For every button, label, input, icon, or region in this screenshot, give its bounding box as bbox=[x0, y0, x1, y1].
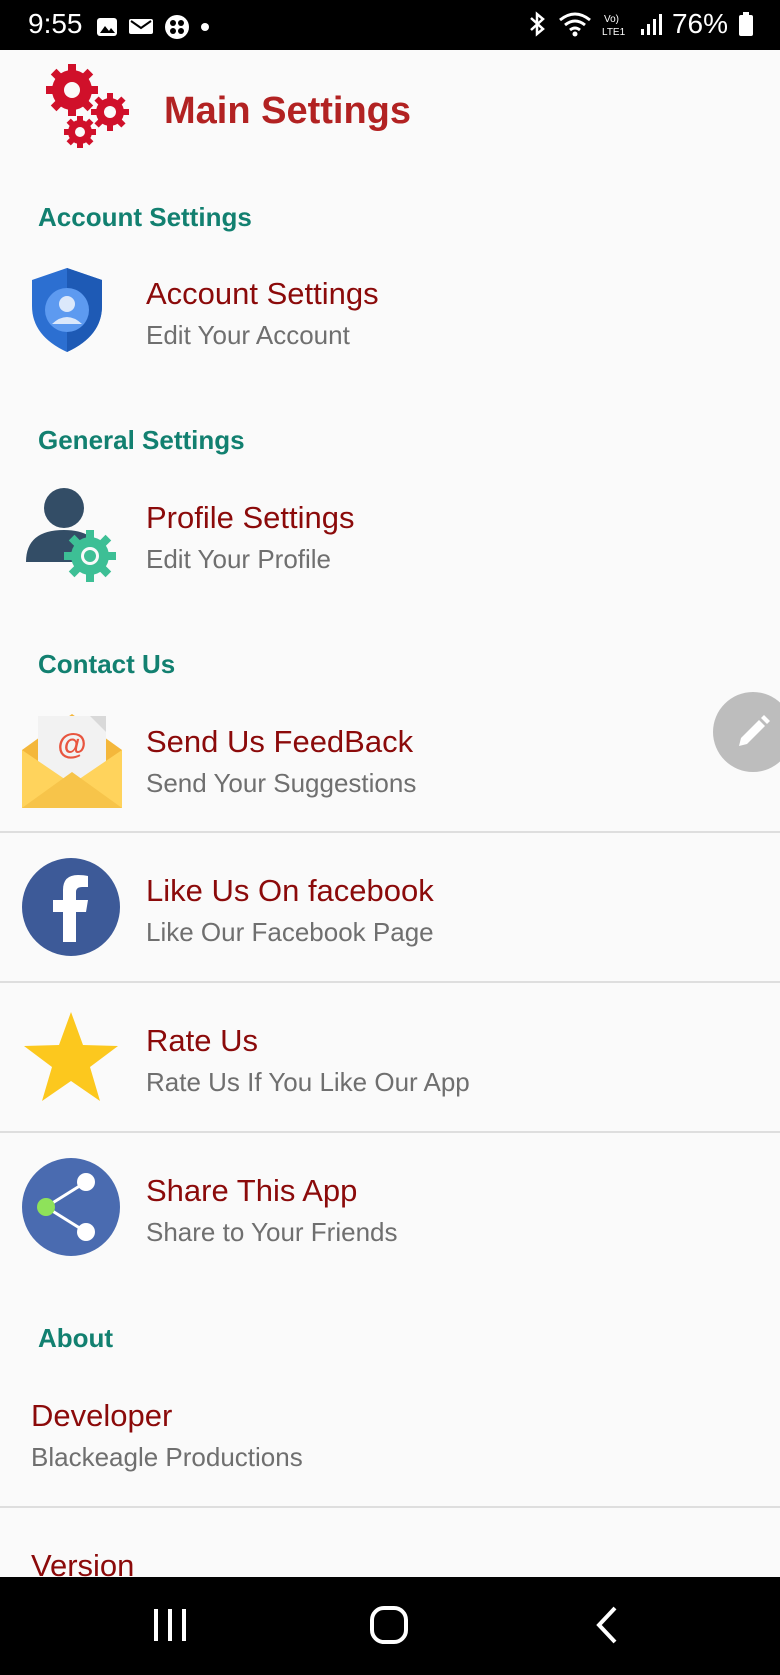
share-item[interactable]: Share This App Share to Your Friends bbox=[0, 1133, 780, 1281]
account-settings-title: Account Settings bbox=[146, 276, 379, 311]
feedback-item[interactable]: @ Send Us FeedBack Send Your Suggestions bbox=[0, 704, 780, 831]
section-title-account: Account Settings bbox=[38, 202, 252, 232]
developer-item[interactable]: Developer Blackeagle Productions bbox=[0, 1378, 780, 1506]
version-title: Version bbox=[31, 1548, 135, 1577]
battery-icon bbox=[739, 12, 753, 36]
gallery-icon bbox=[97, 18, 117, 36]
system-navigation-bar bbox=[0, 1577, 780, 1675]
shield-user-icon bbox=[32, 268, 102, 352]
share-title: Share This App bbox=[146, 1173, 358, 1208]
page-title: Main Settings bbox=[164, 90, 412, 132]
app-header: Main Settings bbox=[0, 50, 780, 168]
status-time: 9:55 bbox=[28, 8, 83, 39]
facebook-item[interactable]: Like Us On facebook Like Our Facebook Pa… bbox=[0, 833, 780, 981]
section-title-general: General Settings bbox=[38, 425, 245, 455]
developer-title: Developer bbox=[31, 1398, 173, 1433]
developer-subtitle: Blackeagle Productions bbox=[31, 1442, 303, 1472]
app-icon bbox=[165, 15, 189, 39]
svg-text:LTE1: LTE1 bbox=[602, 27, 626, 37]
volte-icon: Vo) LTE1 bbox=[602, 14, 626, 37]
feedback-title: Send Us FeedBack bbox=[146, 724, 414, 759]
facebook-title: Like Us On facebook bbox=[146, 873, 434, 908]
rate-title: Rate Us bbox=[146, 1023, 258, 1058]
pencil-icon bbox=[739, 715, 770, 746]
star-icon bbox=[24, 1012, 118, 1101]
recent-apps-icon[interactable] bbox=[152, 1605, 188, 1645]
svg-text:@: @ bbox=[57, 728, 86, 761]
signal-icon bbox=[640, 14, 662, 35]
facebook-subtitle: Like Our Facebook Page bbox=[146, 917, 434, 947]
back-icon[interactable] bbox=[595, 1605, 619, 1645]
system-status-icons: Vo) LTE1 76% bbox=[528, 8, 754, 40]
rate-item[interactable]: Rate Us Rate Us If You Like Our App bbox=[0, 983, 780, 1131]
section-title-about: About bbox=[38, 1323, 114, 1353]
account-settings-item[interactable]: Account Settings Edit Your Account bbox=[0, 258, 780, 363]
version-item[interactable]: Version bbox=[0, 1508, 780, 1577]
user-gear-icon bbox=[26, 488, 116, 582]
share-icon bbox=[22, 1158, 120, 1256]
account-settings-subtitle: Edit Your Account bbox=[146, 320, 350, 350]
share-subtitle: Share to Your Friends bbox=[146, 1217, 398, 1247]
section-title-contact: Contact Us bbox=[38, 649, 176, 679]
svg-text:Vo): Vo) bbox=[604, 14, 619, 25]
profile-settings-subtitle: Edit Your Profile bbox=[146, 544, 332, 574]
mail-icon: @ bbox=[22, 714, 122, 808]
dot-icon bbox=[201, 23, 209, 31]
wifi-icon bbox=[559, 12, 591, 37]
notification-icons bbox=[96, 14, 210, 40]
bluetooth-icon bbox=[530, 11, 545, 37]
rate-subtitle: Rate Us If You Like Our App bbox=[146, 1067, 470, 1097]
feedback-subtitle: Send Your Suggestions bbox=[146, 768, 417, 798]
profile-settings-title: Profile Settings bbox=[146, 500, 355, 535]
battery-percentage: 76% bbox=[671, 8, 728, 39]
message-icon bbox=[129, 19, 153, 34]
profile-settings-item[interactable]: Profile Settings Edit Your Profile bbox=[0, 480, 780, 585]
home-icon[interactable] bbox=[369, 1605, 409, 1645]
gears-icon bbox=[46, 64, 129, 148]
facebook-icon bbox=[22, 858, 120, 956]
status-bar: 9:55 Vo) LTE1 76% bbox=[0, 0, 780, 50]
